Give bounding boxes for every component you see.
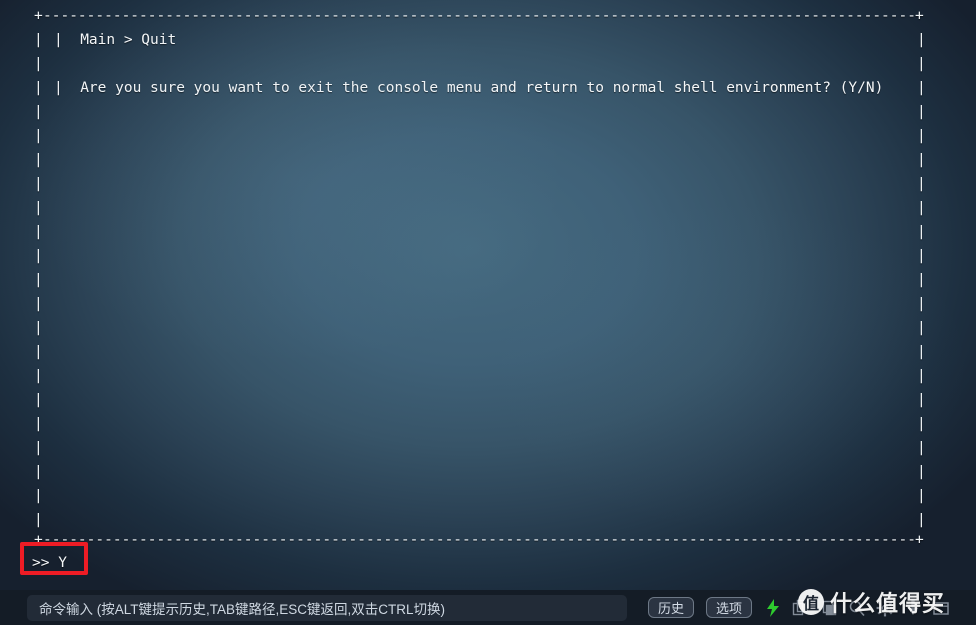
bottom-toolbar: 命令输入 (按ALT键提示历史,TAB键路径,ESC键返回,双击CTRL切换) …: [0, 590, 976, 625]
frame-left-border: | | | | | | | | | | | | | | | | | | | | …: [34, 32, 43, 528]
window-icon[interactable]: [931, 598, 951, 618]
toolbar-icon-row: [763, 590, 951, 625]
frame-bottom-border: + --------------------------------------…: [34, 528, 924, 552]
frame-bottom-dashes: ----------------------------------------…: [43, 532, 915, 548]
confirmation-prompt-text: | Are you sure you want to exit the cons…: [54, 80, 884, 96]
frame-corner-bottom-left: +: [34, 532, 43, 548]
frame-corner-top-right: +: [915, 8, 924, 24]
frame-top-border: + --------------------------------------…: [34, 4, 924, 28]
terminal-screen[interactable]: + --------------------------------------…: [0, 0, 976, 590]
lightning-bolt-icon[interactable]: [763, 598, 783, 618]
frame-corner-bottom-right: +: [915, 532, 924, 548]
search-icon[interactable]: [847, 598, 867, 618]
paste-icon[interactable]: [819, 598, 839, 618]
frame-top-dashes: ----------------------------------------…: [43, 8, 915, 24]
command-input[interactable]: 命令输入 (按ALT键提示历史,TAB键路径,ESC键返回,双击CTRL切换): [27, 595, 627, 621]
gear-icon[interactable]: [875, 598, 895, 618]
command-input-placeholder: 命令输入 (按ALT键提示历史,TAB键路径,ESC键返回,双击CTRL切换): [39, 602, 446, 617]
frame-corner-top-left: +: [34, 8, 43, 24]
download-icon[interactable]: [903, 598, 923, 618]
copy-icon[interactable]: [791, 598, 811, 618]
options-button[interactable]: 选项: [706, 597, 753, 618]
history-button[interactable]: 历史: [648, 597, 695, 618]
command-echo-line: >> Y: [32, 555, 67, 571]
breadcrumb: | Main > Quit: [54, 32, 177, 48]
app-root: + --------------------------------------…: [0, 0, 976, 625]
frame-right-border: | | | | | | | | | | | | | | | | | | | | …: [917, 32, 926, 528]
